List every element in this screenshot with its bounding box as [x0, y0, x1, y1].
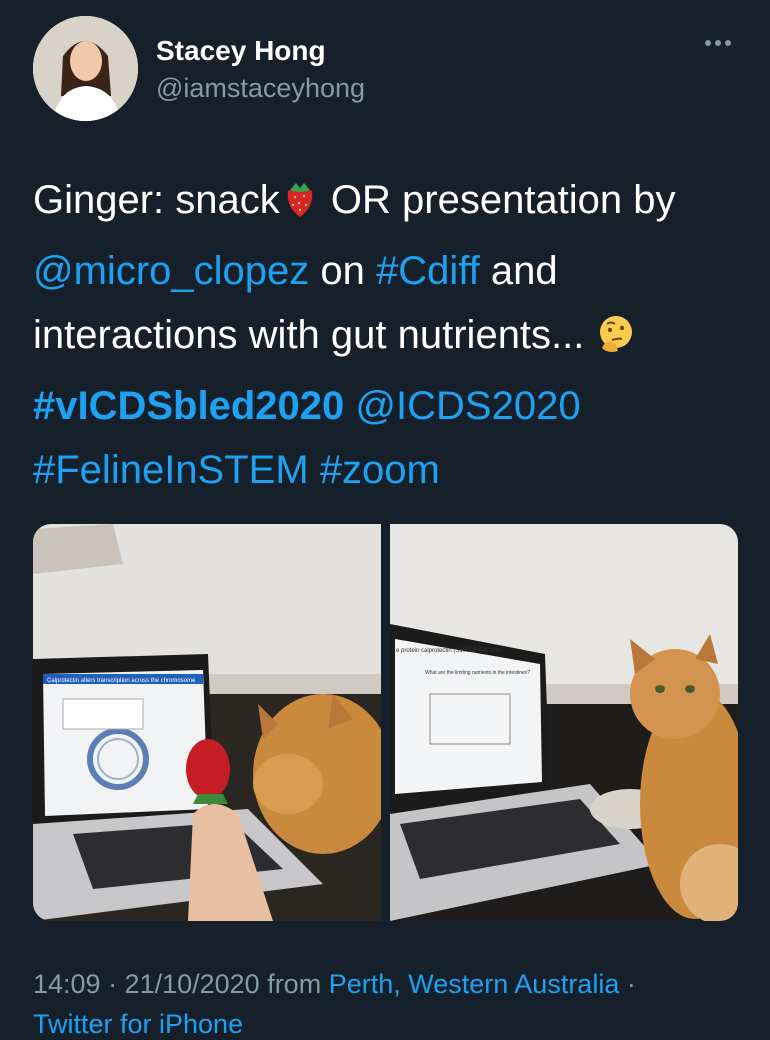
tweet-text-part: OR presentation by — [319, 178, 676, 222]
photo-left[interactable]: Calprotectin alters transcription across… — [33, 524, 381, 921]
tweet-metadata: 14:09 · 21/10/2020 from Perth, Western A… — [33, 969, 770, 1000]
tweet-text-part: Ginger: snack — [33, 178, 280, 222]
photo-right[interactable]: e protein calprotectin (S100A8/A9) limit… — [390, 524, 738, 921]
location-link[interactable]: Perth, Western Australia — [329, 969, 620, 999]
slide-title: Calprotectin alters transcription across… — [47, 678, 196, 684]
tweet-text-part — [344, 384, 355, 428]
hashtag-link[interactable]: #Cdiff — [376, 249, 480, 293]
hashtag-link[interactable]: #vICDSbled2020 — [33, 384, 344, 428]
tweet-header: Stacey Hong @iamstaceyhong — [33, 16, 738, 122]
tweet-text-part: on — [309, 248, 376, 293]
tweet-text-part: interactions with gut nutrients... — [33, 313, 596, 357]
timestamp[interactable]: 14:09 · 21/10/2020 from — [33, 969, 329, 999]
tweet-text-part: and — [479, 248, 558, 293]
tweet-text: Ginger: snack OR presentation by @micro_… — [33, 168, 738, 503]
hashtag-link[interactable]: #zoom — [320, 448, 440, 492]
more-options-icon[interactable] — [702, 38, 734, 48]
mention-link[interactable]: @micro_clopez — [33, 249, 309, 293]
slide-subtitle: What are the limiting nutrients in the i… — [425, 670, 530, 676]
avatar[interactable] — [33, 16, 138, 121]
mention-link[interactable]: @ICDS2020 — [355, 384, 580, 428]
hashtag-link[interactable]: #FelineInSTEM — [33, 448, 309, 492]
slide-title: e protein calprotectin (S100A8/A9) limit… — [396, 648, 503, 654]
source-link[interactable]: Twitter for iPhone — [33, 1009, 243, 1040]
strawberry-emoji-icon — [280, 174, 320, 239]
username-handle[interactable]: @iamstaceyhong — [156, 73, 365, 104]
tweet-text-part — [309, 448, 320, 492]
display-name[interactable]: Stacey Hong — [156, 35, 326, 67]
media-gallery: Calprotectin alters transcription across… — [33, 524, 738, 921]
separator: · — [619, 969, 636, 999]
thinking-face-emoji-icon — [596, 309, 636, 374]
